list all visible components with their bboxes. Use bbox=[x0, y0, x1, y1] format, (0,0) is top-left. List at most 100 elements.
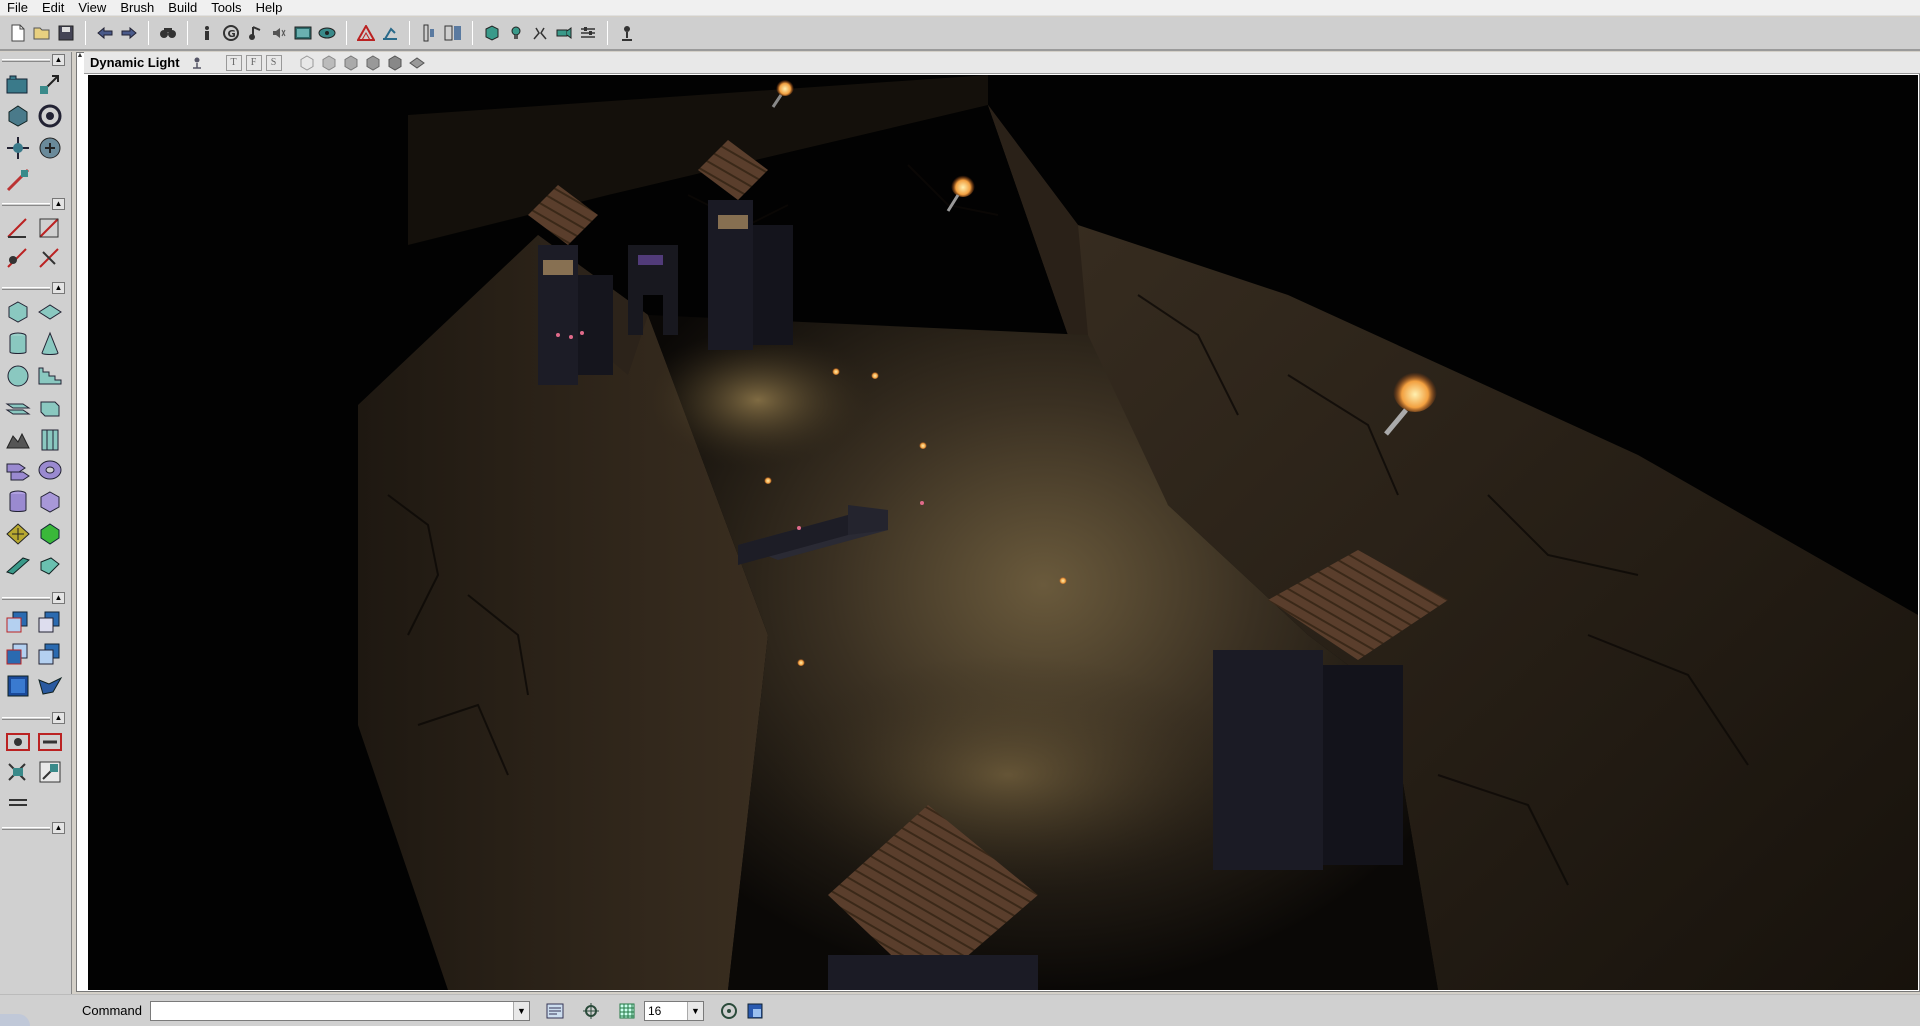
texture-usage-icon[interactable] bbox=[341, 54, 361, 72]
csg-add-icon[interactable] bbox=[4, 608, 32, 636]
csg-intersect-icon[interactable] bbox=[4, 640, 32, 668]
sound-browser-icon[interactable] bbox=[268, 22, 290, 44]
music-browser-icon[interactable] bbox=[244, 22, 266, 44]
deintersect-icon[interactable] bbox=[36, 552, 64, 580]
toolbar-separator bbox=[346, 21, 347, 45]
csg-subtract-icon[interactable] bbox=[36, 608, 64, 636]
sphere-brush-icon[interactable] bbox=[4, 362, 32, 390]
lock-actor-icon[interactable] bbox=[187, 54, 207, 72]
menu-view[interactable]: View bbox=[71, 0, 113, 16]
actor-properties-icon[interactable] bbox=[196, 22, 218, 44]
light-icon[interactable] bbox=[505, 22, 527, 44]
mesh-browser-icon[interactable] bbox=[316, 22, 338, 44]
texture-browser-icon[interactable] bbox=[292, 22, 314, 44]
collapse-up-icon[interactable]: ▲ bbox=[52, 282, 65, 294]
group-browser-icon[interactable]: G bbox=[220, 22, 242, 44]
stairs-brush-icon[interactable] bbox=[36, 362, 64, 390]
menu-tools[interactable]: Tools bbox=[204, 0, 248, 16]
find-actors-icon[interactable] bbox=[157, 22, 179, 44]
vertex-mode-icon[interactable] bbox=[36, 102, 64, 130]
terrain-mode-icon[interactable] bbox=[4, 166, 32, 194]
menu-help[interactable]: Help bbox=[249, 0, 290, 16]
side-view-button[interactable]: S bbox=[265, 54, 282, 71]
textured-view-icon[interactable] bbox=[385, 54, 405, 72]
static-mesh-icon[interactable] bbox=[553, 22, 575, 44]
cylinder-brush-icon[interactable] bbox=[4, 330, 32, 358]
menu-file[interactable]: File bbox=[0, 0, 35, 16]
move-mode-icon[interactable] bbox=[4, 134, 32, 162]
clip-icon[interactable] bbox=[4, 214, 32, 242]
volume-brush-icon[interactable] bbox=[36, 426, 64, 454]
collapse-up-icon[interactable]: ▲ bbox=[52, 54, 65, 66]
csg-deintersect-icon[interactable] bbox=[36, 640, 64, 668]
undo-icon[interactable] bbox=[94, 22, 116, 44]
viewport-title[interactable]: Dynamic Light bbox=[84, 55, 186, 70]
torus-brush-icon[interactable] bbox=[36, 456, 64, 484]
3d-viewport-scene[interactable] bbox=[88, 75, 1918, 990]
log-window-icon[interactable] bbox=[544, 1000, 566, 1022]
cone-brush-icon[interactable] bbox=[36, 330, 64, 358]
split-icon[interactable] bbox=[36, 214, 64, 242]
subtract-brush-icon[interactable] bbox=[36, 520, 64, 548]
rotation-snap-icon[interactable] bbox=[718, 1000, 740, 1022]
scale-mode-icon[interactable] bbox=[36, 70, 64, 98]
build-paths-icon[interactable] bbox=[418, 22, 440, 44]
grip-icon bbox=[2, 717, 50, 720]
wireframe-icon[interactable] bbox=[297, 54, 317, 72]
sheet-brush-icon[interactable] bbox=[36, 298, 64, 326]
new-map-icon[interactable] bbox=[7, 22, 29, 44]
actor-icon[interactable] bbox=[616, 22, 638, 44]
intersect-icon[interactable] bbox=[4, 552, 32, 580]
rotate-mode-icon[interactable] bbox=[4, 102, 32, 130]
build-all-icon[interactable] bbox=[442, 22, 464, 44]
snap-vertex-icon[interactable] bbox=[580, 1000, 602, 1022]
front-view-button[interactable]: F bbox=[245, 54, 262, 71]
build-geometry-icon[interactable] bbox=[355, 22, 377, 44]
show-selected-icon[interactable] bbox=[4, 728, 32, 756]
zone-view-icon[interactable] bbox=[319, 54, 339, 72]
menu-build[interactable]: Build bbox=[161, 0, 204, 16]
camera-mode-icon[interactable] bbox=[4, 70, 32, 98]
maximize-viewport-icon[interactable] bbox=[744, 1000, 766, 1022]
select-none-icon[interactable] bbox=[4, 758, 32, 786]
camera-speed-icon[interactable] bbox=[36, 758, 64, 786]
add-static-mesh-icon[interactable] bbox=[36, 672, 64, 700]
top-view-button[interactable]: T bbox=[225, 54, 242, 71]
grid-icon[interactable] bbox=[616, 1000, 638, 1022]
menu-brush[interactable]: Brush bbox=[113, 0, 161, 16]
settings-icon[interactable] bbox=[577, 22, 599, 44]
hide-selected-icon[interactable] bbox=[36, 728, 64, 756]
delete-clip-icon[interactable] bbox=[36, 244, 64, 272]
lighting-only-icon[interactable] bbox=[363, 54, 383, 72]
dynamic-light-icon[interactable] bbox=[407, 54, 427, 72]
build-lighting-icon[interactable] bbox=[379, 22, 401, 44]
command-input[interactable]: ▼ bbox=[149, 1000, 530, 1021]
menu-edit[interactable]: Edit bbox=[35, 0, 71, 16]
collapse-up-icon[interactable]: ▲ bbox=[52, 592, 65, 604]
spiral-stairs-icon[interactable] bbox=[36, 394, 64, 422]
brush-clip-icon[interactable] bbox=[36, 134, 64, 162]
grid-size-select[interactable]: 16 ▼ bbox=[643, 1000, 704, 1021]
chevron-down-icon[interactable]: ▼ bbox=[686, 1001, 703, 1020]
viewport-menu-arrow-icon[interactable]: ▲ bbox=[76, 52, 84, 62]
collapse-up-icon[interactable]: ▲ bbox=[52, 712, 65, 724]
flip-icon[interactable] bbox=[4, 244, 32, 272]
linear-stairs-icon[interactable] bbox=[4, 394, 32, 422]
play-level-icon[interactable] bbox=[481, 22, 503, 44]
prefab-icon[interactable] bbox=[529, 22, 551, 44]
tube-brush-icon[interactable] bbox=[4, 488, 32, 516]
collapse-up-icon[interactable]: ▲ bbox=[52, 822, 65, 834]
add-mover-icon[interactable] bbox=[4, 672, 32, 700]
collapse-up-icon[interactable]: ▲ bbox=[52, 198, 65, 210]
curved-stairs-icon[interactable] bbox=[4, 456, 32, 484]
save-map-icon[interactable] bbox=[55, 22, 77, 44]
terrain-brush-icon[interactable] bbox=[4, 426, 32, 454]
chevron-down-icon[interactable]: ▼ bbox=[512, 1001, 529, 1020]
cube-brush-icon[interactable] bbox=[4, 298, 32, 326]
grid-toggle-icon[interactable] bbox=[4, 788, 32, 816]
redo-icon[interactable] bbox=[118, 22, 140, 44]
open-map-icon[interactable] bbox=[31, 22, 53, 44]
hollow-cube-icon[interactable] bbox=[36, 488, 64, 516]
add-brush-icon[interactable] bbox=[4, 520, 32, 548]
grip-icon bbox=[2, 827, 50, 830]
